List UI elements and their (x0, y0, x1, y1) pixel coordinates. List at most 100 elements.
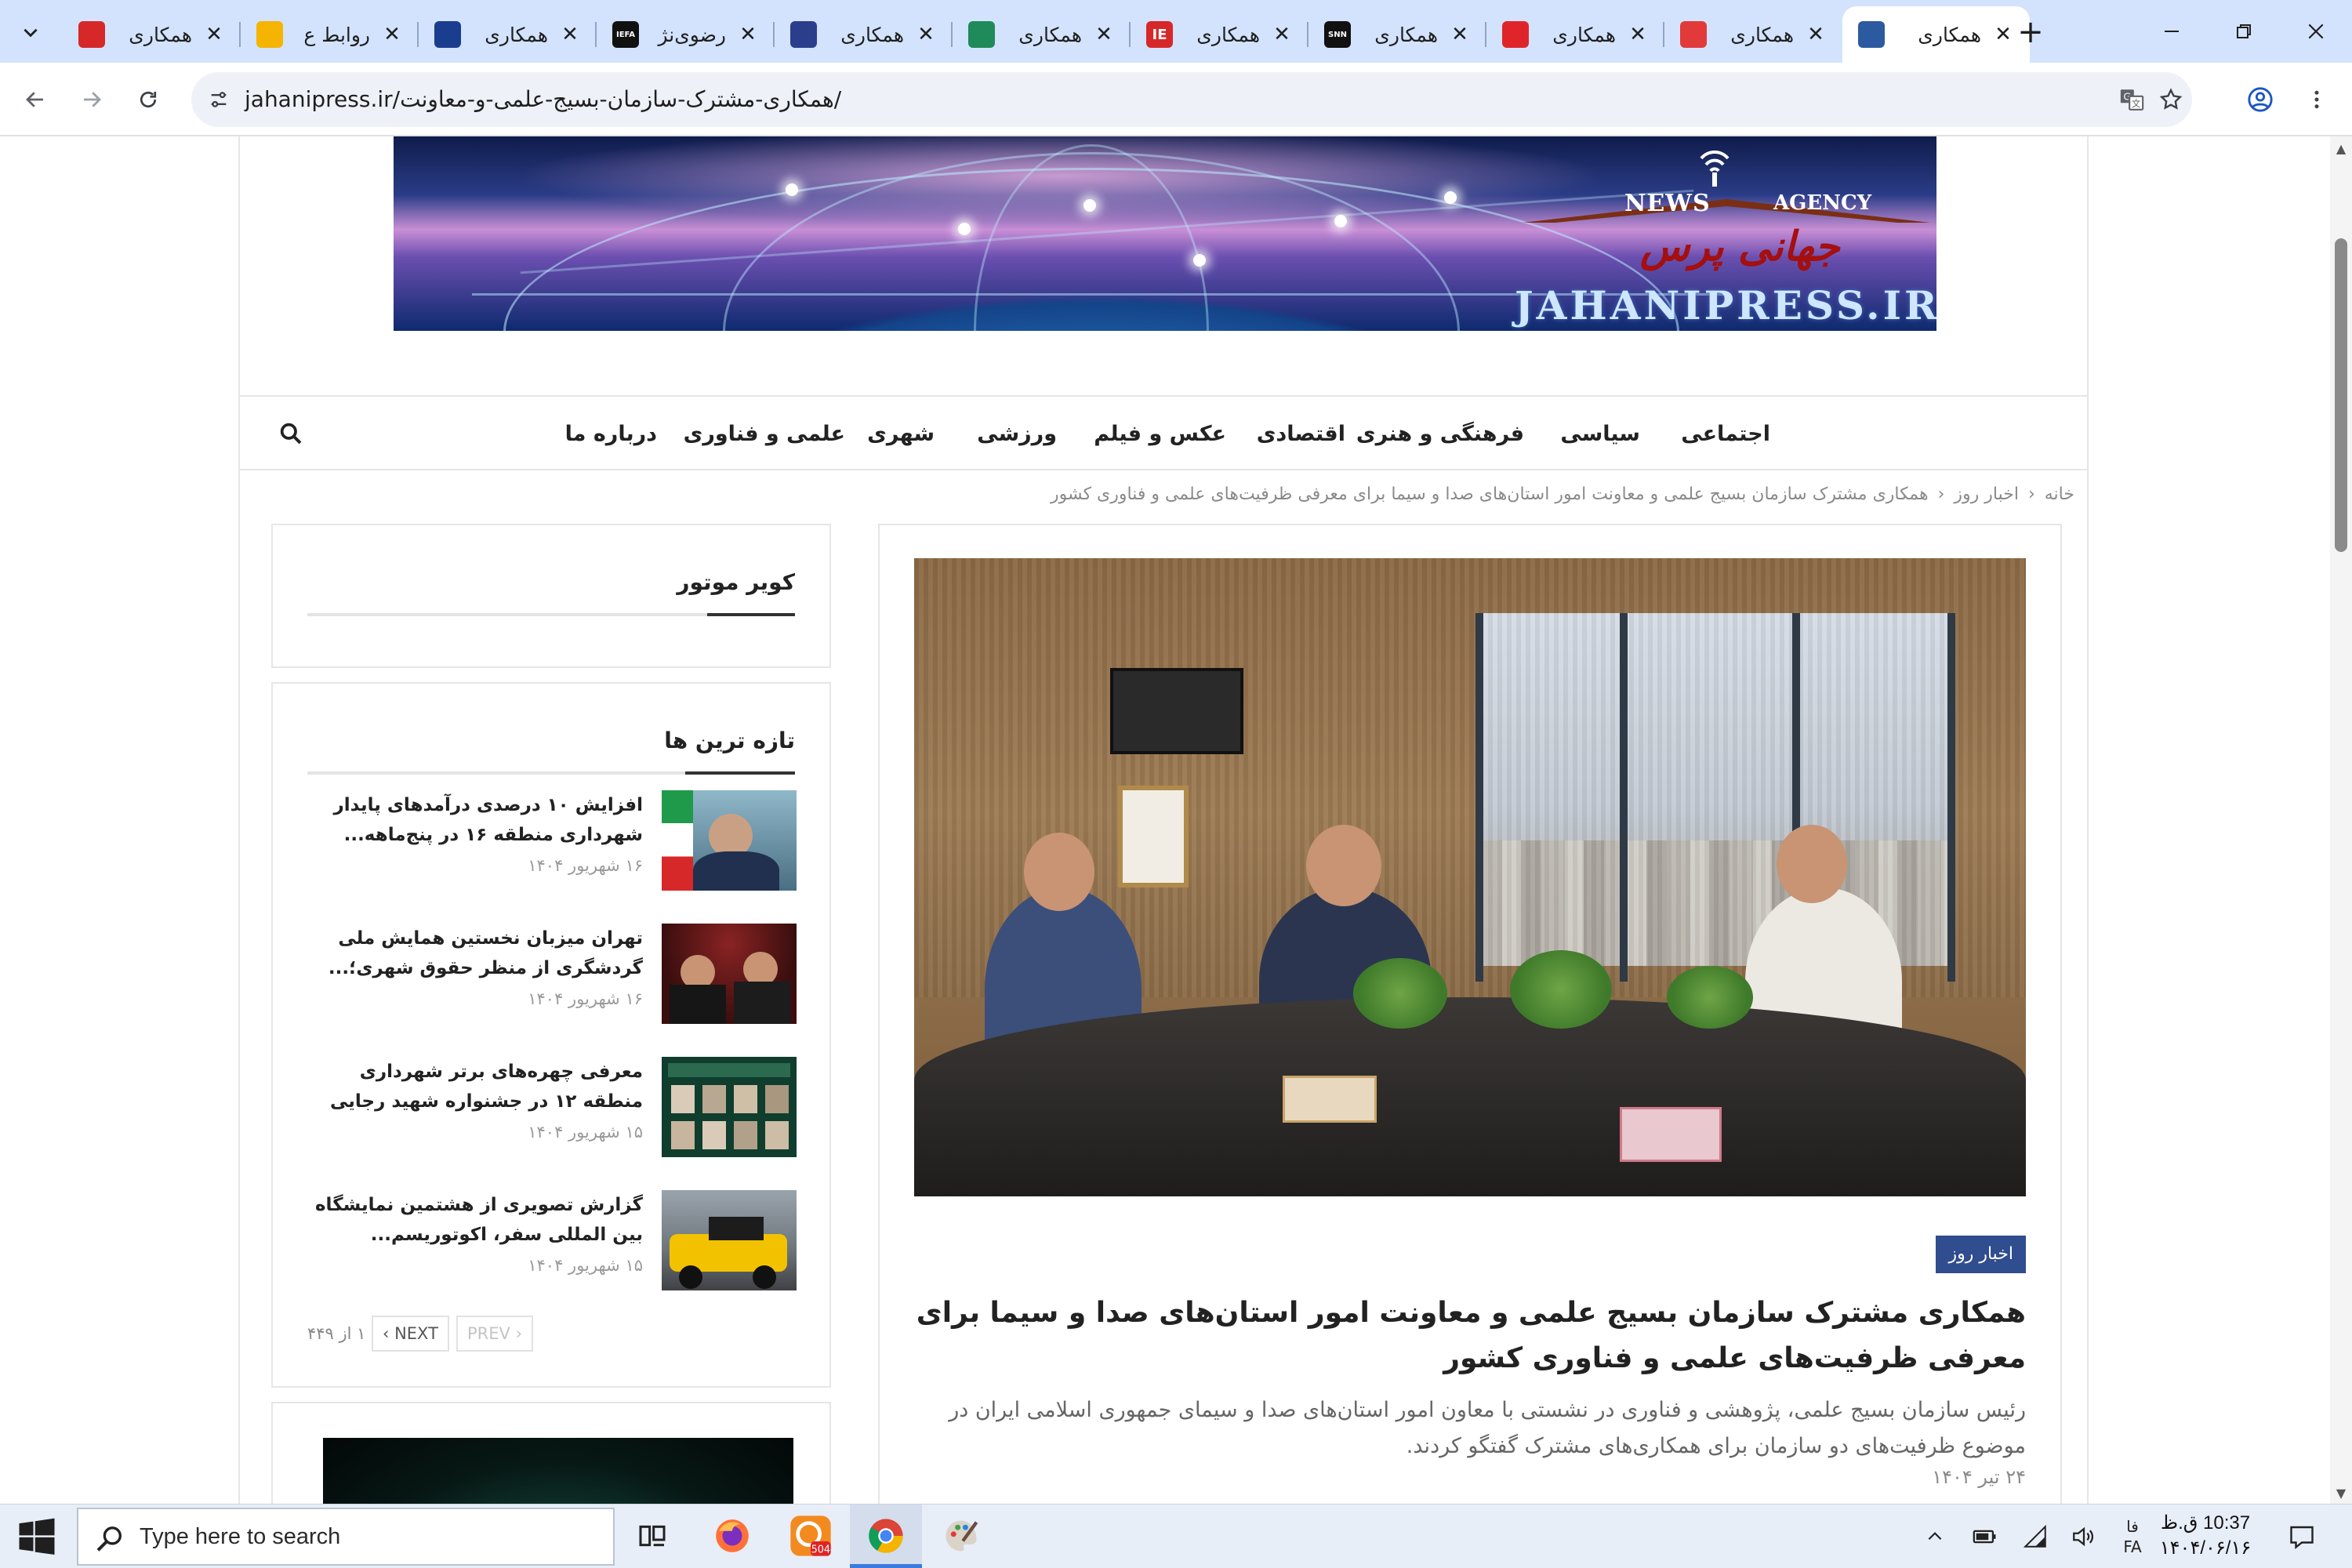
menu-item-about[interactable]: درباره ما (565, 397, 657, 472)
post-thumbnail[interactable] (662, 1190, 797, 1290)
firefox-icon (716, 1519, 749, 1552)
pager-next-button[interactable]: ‹ NEXT (372, 1316, 449, 1352)
translate-icon[interactable]: G文 (2112, 80, 2151, 119)
widget-ad-image[interactable] (323, 1438, 793, 1504)
tab-close-icon[interactable]: ✕ (1093, 23, 1115, 46)
menu-item-culture[interactable]: فرهنگی و هنری (1356, 397, 1524, 472)
tab-close-icon[interactable]: ✕ (1627, 23, 1649, 46)
site-container: NEWS AGENCY جهانی پرس JAHANIPRESS.IR اجت… (238, 136, 2089, 1504)
taskbar-search-box[interactable]: Type here to search (77, 1508, 615, 1566)
network-status[interactable] (2016, 1517, 2054, 1556)
latest-post-item[interactable]: تهران میزبان نخستین همایش ملی گردشگری از… (307, 924, 797, 1025)
chevron-left-icon: ‹ (2027, 485, 2035, 504)
restore-button[interactable] (2220, 11, 2267, 52)
tab-search-button[interactable] (11, 13, 50, 52)
scrollbar-thumb[interactable] (2335, 238, 2347, 552)
red-logo-icon (78, 21, 105, 48)
tab-close-icon[interactable]: ✕ (1449, 23, 1471, 46)
browser-tab[interactable]: SNN همکاری ✕ (1308, 6, 1486, 63)
messenger-taskbar-button[interactable]: 504 (787, 1512, 834, 1559)
browser-tab[interactable]: همکاری ✕ (775, 6, 953, 63)
tab-close-icon[interactable]: ✕ (915, 23, 937, 46)
widget-title-underline (307, 613, 795, 616)
browser-tab[interactable]: IE همکاری ✕ (1131, 6, 1308, 63)
volume-control[interactable] (2065, 1517, 2103, 1556)
profile-button[interactable] (2241, 80, 2280, 119)
site-search-button[interactable] (271, 414, 310, 453)
post-thumbnail[interactable] (662, 924, 797, 1024)
browser-tab[interactable]: همکاری ✕ (1664, 6, 1842, 63)
minimize-button[interactable] (2148, 11, 2195, 52)
tab-close-icon[interactable]: ✕ (559, 23, 581, 46)
light-flare (958, 223, 971, 235)
firefox-taskbar-button[interactable] (709, 1512, 756, 1559)
wifi-icon (2023, 1524, 2046, 1548)
chrome-taskbar-button[interactable] (862, 1512, 909, 1559)
menu-item-economy[interactable]: اقتصادی (1257, 397, 1345, 472)
browser-menu-button[interactable] (2297, 80, 2336, 119)
new-tab-button[interactable]: + (2013, 13, 2048, 52)
forward-button[interactable] (72, 80, 111, 119)
address-bar[interactable]: jahanipress.ir/همکاری-مشترک-سازمان-بسیج-… (191, 72, 2192, 127)
post-title[interactable]: تهران میزبان نخستین همایش ملی گردشگری از… (307, 924, 643, 983)
start-button[interactable] (16, 1515, 58, 1558)
battery-status[interactable] (1966, 1517, 2004, 1556)
browser-tab[interactable]: روابط ع ✕ (241, 6, 419, 63)
latest-post-item[interactable]: افزایش ۱۰ درصدی درآمدهای پایدار شهرداری … (307, 790, 797, 892)
site-info-icon[interactable] (199, 80, 238, 119)
paint-taskbar-button[interactable] (938, 1512, 985, 1559)
tab-close-icon[interactable]: ✕ (381, 23, 403, 46)
photo-table (914, 997, 2026, 1196)
post-title[interactable]: افزایش ۱۰ درصدی درآمدهای پایدار شهرداری … (307, 790, 643, 850)
widget-title: کویر موتور (677, 569, 795, 595)
menu-item-sports[interactable]: ورزشی (977, 397, 1057, 472)
post-title[interactable]: معرفی چهره‌های برتر شهرداری منطقه ۱۲ در … (307, 1057, 643, 1116)
post-thumbnail[interactable] (662, 790, 797, 891)
browser-tab[interactable]: IEFA رضوی‌نژ ✕ (597, 6, 775, 63)
breadcrumb-section[interactable]: اخبار روز (1954, 485, 2019, 504)
latest-post-item[interactable]: گزارش تصویری از هشتمین نمایشگاه بین المل… (307, 1190, 797, 1292)
tab-close-icon[interactable]: ✕ (1271, 23, 1293, 46)
menu-item-science[interactable]: علمی و فناوری (684, 397, 845, 472)
scroll-down-arrow-icon[interactable]: ▼ (2330, 1486, 2352, 1501)
notifications-button[interactable] (2281, 1517, 2322, 1556)
breadcrumb-home[interactable]: خانه (2045, 485, 2074, 504)
menu-item-social[interactable]: اجتماعی (1681, 397, 1770, 472)
close-window-button[interactable] (2292, 11, 2339, 52)
bookmark-star-icon[interactable] (2151, 80, 2190, 119)
input-language-indicator[interactable]: فا FA (2114, 1517, 2151, 1556)
scroll-up-arrow-icon[interactable]: ▲ (2330, 141, 2352, 156)
page-scrollbar[interactable]: ▲ ▼ (2330, 136, 2352, 1504)
latest-post-item[interactable]: معرفی چهره‌های برتر شهرداری منطقه ۱۲ در … (307, 1057, 797, 1159)
back-button[interactable] (16, 80, 55, 119)
browser-tab[interactable]: همکاری ✕ (1486, 6, 1664, 63)
site-banner[interactable]: NEWS AGENCY جهانی پرس JAHANIPRESS.IR (394, 136, 1936, 331)
pager-prev-button[interactable]: PREV › (456, 1316, 533, 1352)
photo-tissue-box (1283, 1076, 1377, 1123)
tab-close-icon[interactable]: ✕ (1992, 23, 2014, 46)
photo-plant (1353, 958, 1447, 1029)
menu-item-photo-video[interactable]: عکس و فیلم (1094, 397, 1226, 472)
banner-domain-text: JAHANIPRESS.IR (1515, 282, 1936, 328)
article-photo[interactable] (914, 558, 2026, 1196)
menu-item-politics[interactable]: سیاسی (1560, 397, 1640, 472)
tab-title: همکاری (840, 23, 904, 46)
article-category-badge[interactable]: اخبار روز (1936, 1236, 2026, 1273)
url-text[interactable]: jahanipress.ir/همکاری-مشترک-سازمان-بسیج-… (245, 72, 841, 127)
tab-close-icon[interactable]: ✕ (737, 23, 759, 46)
task-view-button[interactable] (629, 1512, 676, 1559)
taskbar-clock[interactable]: 10:37 ق.ظ ۱۴۰۴/۰۶/۱۶ (2154, 1511, 2256, 1561)
browser-tab[interactable]: همکاری ✕ (63, 6, 241, 63)
article-card: اخبار روز همکاری مشترک سازمان بسیج علمی … (878, 524, 2062, 1504)
browser-tab[interactable]: همکاری ✕ (953, 6, 1131, 63)
post-thumbnail[interactable] (662, 1057, 797, 1157)
show-hidden-icons-button[interactable] (1918, 1517, 1952, 1556)
reload-button[interactable] (129, 80, 168, 119)
browser-tab[interactable]: همکاری ✕ (1842, 6, 2030, 63)
menu-item-urban[interactable]: شهری (867, 397, 935, 472)
post-title[interactable]: گزارش تصویری از هشتمین نمایشگاه بین المل… (307, 1190, 643, 1250)
tab-close-icon[interactable]: ✕ (1805, 23, 1827, 46)
photo-window-frame (1947, 613, 1955, 982)
browser-tab[interactable]: همکاری ✕ (419, 6, 597, 63)
tab-close-icon[interactable]: ✕ (203, 23, 225, 46)
